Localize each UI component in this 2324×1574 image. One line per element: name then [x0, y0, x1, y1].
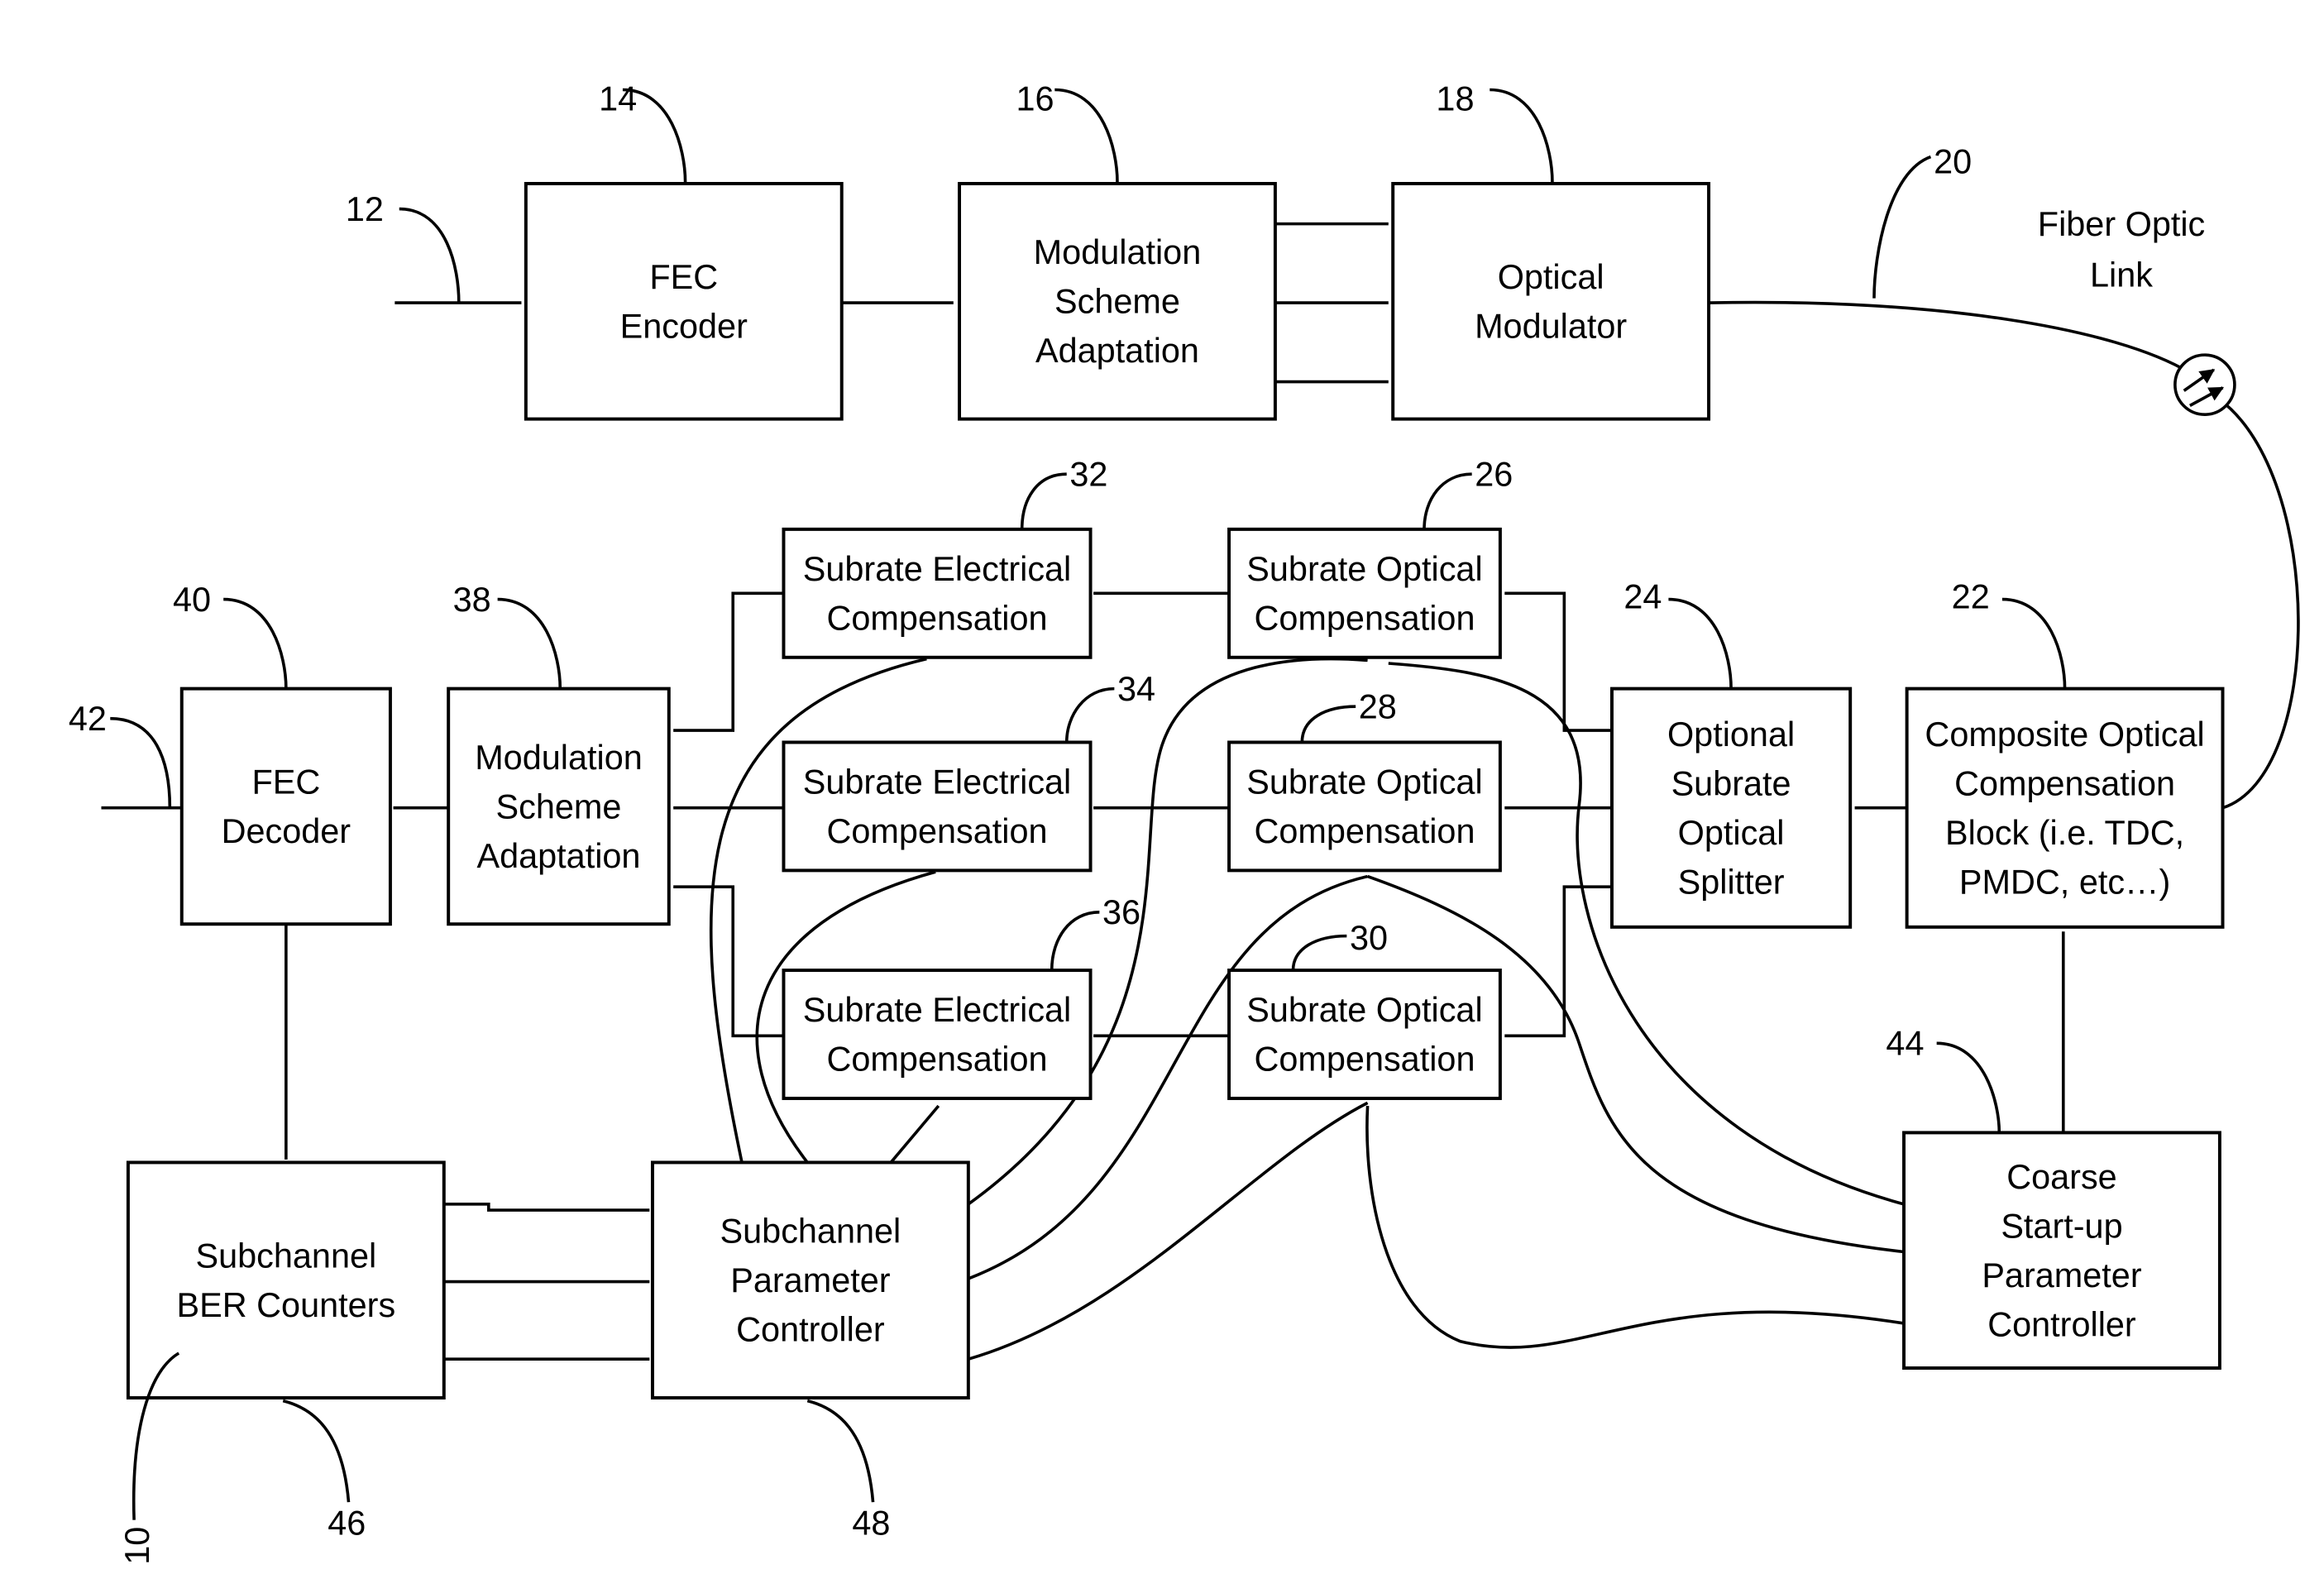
blocks: FEC Encoder Modulation Scheme Adaptation Opti…	[126, 181, 2225, 1400]
ref-16: 16	[1016, 80, 1054, 118]
block-label: Adaptation	[476, 837, 640, 875]
block-label: Subrate Electrical	[803, 991, 1072, 1029]
ref-20: 20	[1934, 142, 1972, 180]
block-splitter: Optional Subrate Optical Splitter	[1610, 687, 1853, 929]
block-label: Subrate	[1671, 764, 1791, 802]
block-elec-comp-1: Subrate Electrical Compensation	[782, 527, 1093, 659]
block-fec-decoder: FEC Decoder	[179, 687, 392, 926]
block-fec-encoder: FEC Encoder	[524, 181, 844, 421]
block-box	[1227, 740, 1502, 873]
block-label: Start-up	[2001, 1207, 2122, 1245]
block-optical-modulator: Optical Modulator	[1391, 181, 1711, 421]
block-box	[782, 969, 1093, 1100]
block-label: FEC	[649, 258, 718, 296]
block-label: Subrate Optical	[1246, 991, 1482, 1029]
block-label: Modulation	[475, 739, 643, 777]
block-label: Controller	[1987, 1305, 2136, 1343]
block-mod-adapt-rx: Modulation Scheme Adaptation	[447, 687, 671, 926]
block-label: Optical	[1678, 814, 1785, 852]
block-diagram: .ln{marker-end:none} Fiber Optic Link FE…	[69, 80, 2300, 1565]
ref-12: 12	[346, 190, 384, 228]
ref-38: 38	[453, 581, 491, 619]
block-elec-comp-2: Subrate Electrical Compensation	[782, 740, 1093, 873]
ref-40: 40	[173, 581, 211, 619]
ref-34: 34	[1117, 670, 1155, 708]
block-label: Modulation	[1034, 233, 1202, 271]
block-box	[1391, 181, 1711, 421]
block-box	[1227, 527, 1502, 659]
block-label: Compensation	[827, 599, 1048, 637]
block-opt-comp-3: Subrate Optical Compensation	[1227, 969, 1502, 1100]
block-param-controller: Subchannel Parameter Controller	[650, 1160, 970, 1400]
block-label: Controller	[736, 1311, 885, 1349]
block-box	[782, 527, 1093, 659]
block-label: PMDC, etc…)	[1959, 863, 2170, 901]
block-label: Subrate Optical	[1246, 550, 1482, 588]
block-box	[126, 1160, 446, 1400]
block-label: Decoder	[222, 812, 351, 850]
block-label: Subrate Optical	[1246, 763, 1482, 801]
ref-18: 18	[1436, 80, 1474, 118]
block-label: Optical	[1498, 258, 1604, 296]
block-label: Block (i.e. TDC,	[1945, 814, 2184, 852]
ref-48: 48	[852, 1505, 890, 1543]
block-label: Optional	[1667, 715, 1795, 754]
ref-42: 42	[69, 700, 107, 738]
fiber-link-icon	[2173, 353, 2236, 416]
block-label: Compensation	[827, 1041, 1048, 1079]
ref-24: 24	[1623, 577, 1662, 615]
block-label: Compensation	[1254, 599, 1475, 637]
block-box	[782, 740, 1093, 873]
block-label: Subchannel	[720, 1213, 901, 1251]
block-label: Subrate Electrical	[803, 763, 1072, 801]
block-label: Splitter	[1678, 863, 1785, 901]
ref-28: 28	[1359, 688, 1397, 726]
ref-46: 46	[328, 1505, 366, 1543]
block-label: Modulator	[1475, 307, 1627, 345]
block-label: Compensation	[1254, 1041, 1475, 1079]
ref-44: 44	[1886, 1025, 1924, 1063]
block-label: Scheme	[496, 787, 622, 825]
block-box	[524, 181, 844, 421]
block-opt-comp-1: Subrate Optical Compensation	[1227, 527, 1502, 659]
block-label: Compensation	[1254, 812, 1475, 850]
ref-26: 26	[1475, 456, 1513, 494]
ref-22: 22	[1952, 577, 1990, 615]
block-coarse-controller: Coarse Start-up Parameter Controller	[1902, 1131, 2221, 1370]
ref-32: 32	[1069, 456, 1107, 494]
block-label: Encoder	[620, 307, 748, 345]
block-mod-adapt-tx: Modulation Scheme Adaptation	[958, 181, 1277, 421]
block-label: Subchannel	[195, 1237, 376, 1275]
block-box	[179, 687, 392, 926]
block-label: Parameter	[730, 1261, 891, 1299]
block-label: Coarse	[2006, 1158, 2116, 1196]
fiber-label-2: Link	[2090, 256, 2153, 294]
block-label: Composite Optical	[1925, 715, 2204, 754]
block-label: Compensation	[827, 812, 1048, 850]
block-label: Subrate Electrical	[803, 550, 1072, 588]
block-label: BER Counters	[177, 1286, 396, 1324]
block-elec-comp-3: Subrate Electrical Compensation	[782, 969, 1093, 1100]
ref-36: 36	[1102, 893, 1140, 931]
block-label: FEC	[251, 763, 320, 801]
block-label: Parameter	[1982, 1256, 2142, 1294]
block-composite-comp: Composite Optical Compensation Block (i.e.…	[1905, 687, 2225, 929]
block-opt-comp-2: Subrate Optical Compensation	[1227, 740, 1502, 873]
block-label: Adaptation	[1035, 332, 1199, 370]
ref-14: 14	[599, 80, 637, 118]
fiber-label-1: Fiber Optic	[2038, 205, 2205, 243]
block-box	[1227, 969, 1502, 1100]
ref-10: 10	[118, 1527, 156, 1565]
block-label: Scheme	[1054, 283, 1180, 321]
ref-30: 30	[1350, 919, 1388, 957]
block-label: Compensation	[1954, 764, 2175, 802]
block-ber-counters: Subchannel BER Counters	[126, 1160, 446, 1400]
